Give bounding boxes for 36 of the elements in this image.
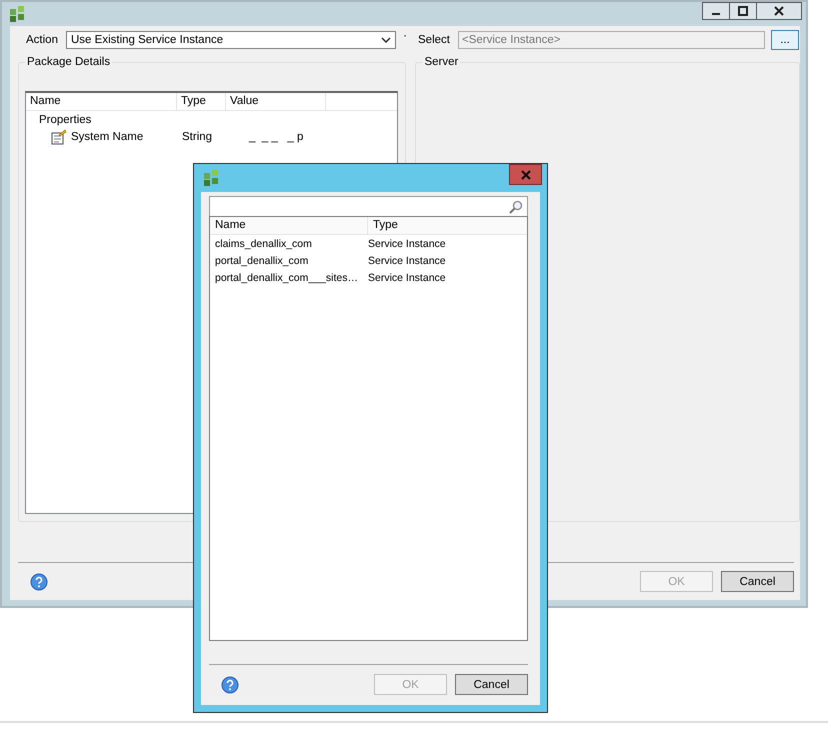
- instance-row[interactable]: portal_denallix_com Service Instance: [210, 252, 527, 269]
- close-icon: [774, 6, 784, 16]
- browse-button[interactable]: ...: [771, 30, 799, 50]
- help-icon[interactable]: [221, 676, 239, 694]
- property-name: System Name: [71, 130, 144, 142]
- minimize-icon: [712, 13, 720, 15]
- property-value: _ _ _ _ p: [249, 130, 304, 142]
- column-header[interactable]: Value: [226, 93, 326, 110]
- search-icon: [509, 200, 523, 214]
- close-icon: [520, 170, 530, 180]
- column-header[interactable]: Type: [177, 93, 226, 110]
- select-label: Select: [418, 34, 451, 46]
- app-logo-icon: [10, 6, 26, 22]
- instance-row[interactable]: claims_denallix_com Service Instance: [210, 235, 527, 252]
- instance-row[interactable]: portal_denallix_com___sites… Service Instance: [210, 269, 527, 286]
- search-field[interactable]: [209, 196, 528, 216]
- dot-mark: ·: [402, 30, 408, 42]
- tree-category[interactable]: Properties: [39, 114, 92, 126]
- column-header[interactable]: Type: [368, 217, 527, 234]
- column-header[interactable]: Name: [210, 217, 368, 234]
- property-type: String: [182, 130, 214, 142]
- dialog-button[interactable]: Cancel: [455, 674, 528, 695]
- column-header[interactable]: Name: [26, 93, 177, 110]
- help-icon[interactable]: [30, 572, 48, 590]
- maximize-icon: [738, 6, 748, 16]
- app-logo-icon: [204, 170, 220, 186]
- dialog-button[interactable]: Cancel: [721, 571, 794, 592]
- minimize-button[interactable]: [702, 2, 730, 20]
- group-title: Server: [422, 56, 460, 68]
- property-icon: [51, 128, 67, 144]
- group-title: Package Details: [25, 56, 112, 68]
- chevron-icon: [381, 37, 391, 43]
- action-label: Action: [26, 34, 59, 46]
- maximize-button[interactable]: [729, 2, 757, 20]
- close-button[interactable]: [756, 2, 802, 20]
- action-dropdown[interactable]: Use Existing Service Instance: [66, 31, 396, 49]
